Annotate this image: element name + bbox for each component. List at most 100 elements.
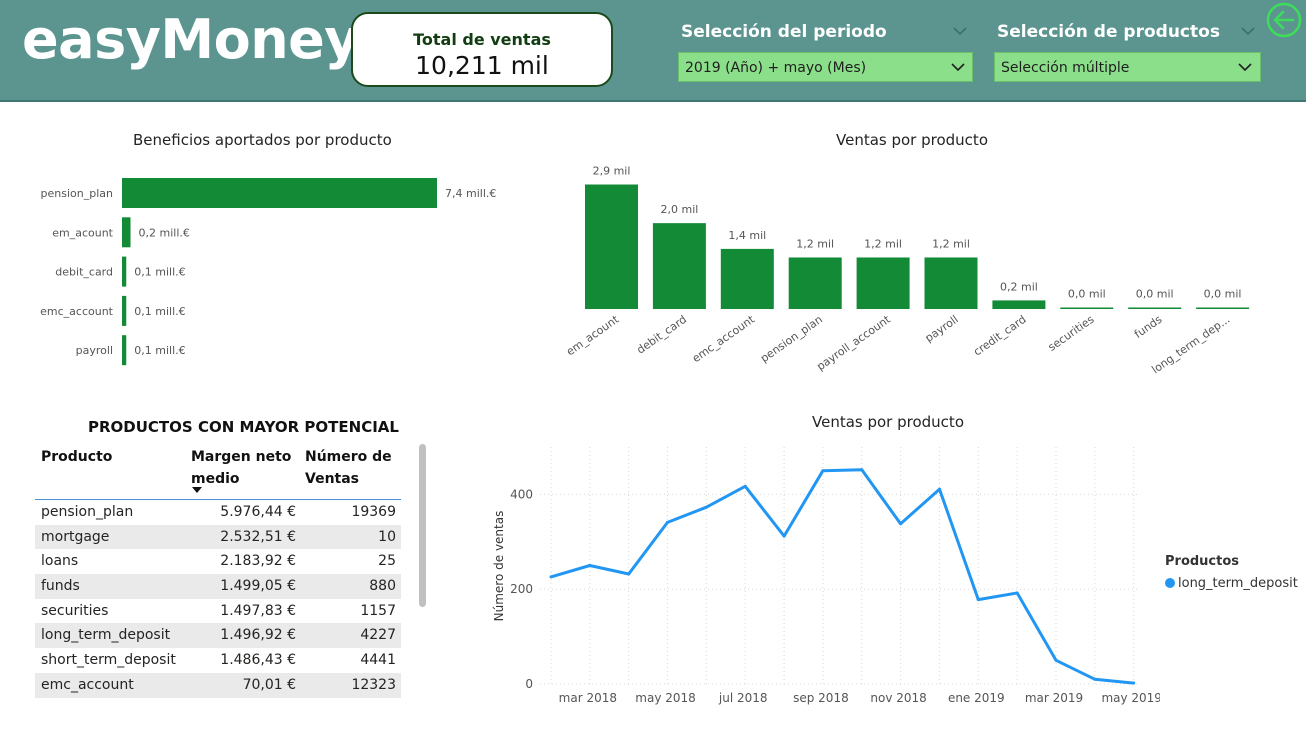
bar-em_acount <box>122 217 131 248</box>
bar-debit_card <box>122 256 127 287</box>
bar-payroll <box>924 257 978 309</box>
chevron-down-icon[interactable] <box>1241 24 1255 38</box>
category-label: payroll <box>76 344 113 357</box>
table-row[interactable]: loans 2.183,92 € 25 <box>35 549 401 574</box>
back-arrow-icon[interactable] <box>1266 2 1302 38</box>
bar-long_term_dep... <box>1196 307 1250 309</box>
bar-debit_card <box>652 223 706 309</box>
sort-descending-icon <box>192 487 202 493</box>
data-point <box>666 520 670 524</box>
chart-sales-over-time: 0 200 400 mar 2018 may 2018 jul 2018 sep 2018 n… <box>492 447 1160 705</box>
cell-margen: 2.532,51 € <box>220 528 296 545</box>
data-point <box>1015 591 1019 595</box>
header-bar: easyMoney Total de ventas 10,211 mil Sel… <box>0 0 1306 102</box>
data-label: 0,1 mill.€ <box>134 266 185 279</box>
category-label: credit_card <box>971 313 1028 359</box>
x-tick-label: mar 2018 <box>559 691 617 705</box>
table-row[interactable]: long_term_deposit 1.496,92 € 4227 <box>35 623 401 649</box>
category-label: debit_card <box>55 266 113 279</box>
category-label: securities <box>1046 313 1097 354</box>
period-slicer: Selección del periodo 2019 (Año) + mayo … <box>678 22 973 82</box>
category-label: em_acount <box>52 226 113 239</box>
x-tick-label: mar 2019 <box>1025 691 1083 705</box>
cell-producto: mortgage <box>41 528 110 545</box>
chart-sales-title: Ventas por producto <box>836 131 988 149</box>
table-title: PRODUCTOS CON MAYOR POTENCIAL <box>88 418 399 436</box>
data-label: 7,4 mill.€ <box>445 187 496 200</box>
chevron-down-icon[interactable] <box>953 24 967 38</box>
period-dropdown[interactable]: 2019 (Año) + mayo (Mes) <box>678 52 973 82</box>
cell-producto: long_term_deposit <box>41 627 171 644</box>
category-label: payroll_account <box>814 312 893 373</box>
header-margen-label: Margen neto medio <box>191 449 292 487</box>
header-numero-ventas[interactable]: Número de Ventas <box>305 446 400 490</box>
category-label: emc_account <box>40 305 114 318</box>
potential-products-table: Producto Margen neto medio Número de Ven… <box>35 444 401 698</box>
bar-credit_card <box>992 300 1046 309</box>
data-label: 1,4 mil <box>728 229 766 242</box>
total-sales-card: Total de ventas 10,211 mil <box>351 12 613 87</box>
category-label: emc_account <box>690 312 758 365</box>
header-producto[interactable]: Producto <box>41 446 181 468</box>
table-row[interactable]: short_term_deposit 1.486,43 € 4441 <box>35 648 401 673</box>
y-axis-title: Número de ventas <box>492 511 506 622</box>
bar-emc_account <box>720 248 774 309</box>
product-dropdown-value: Selección múltiple <box>1001 60 1130 76</box>
legend-title: Productos <box>1165 554 1240 569</box>
data-label: 0,2 mill.€ <box>139 226 190 239</box>
data-label: 0,0 mil <box>1204 288 1242 301</box>
cell-producto: short_term_deposit <box>41 652 176 669</box>
table-row[interactable]: emc_account 70,01 € 12323 <box>35 672 401 698</box>
legend-item[interactable]: long_term_deposit <box>1165 576 1298 591</box>
cell-producto: loans <box>41 553 79 570</box>
data-point <box>1132 681 1136 685</box>
category-label: debit_card <box>634 313 689 357</box>
data-point <box>937 487 941 491</box>
category-label: funds <box>1132 313 1165 341</box>
data-label: 1,2 mil <box>864 237 902 250</box>
header-margen[interactable]: Margen neto medio <box>191 446 301 490</box>
chart-sales-by-product: 2,9 mil em_acount 2,0 mil debit_card 1,4 mil… <box>564 165 1250 376</box>
legend-item-label: long_term_deposit <box>1178 576 1298 591</box>
chevron-down-icon <box>951 63 965 72</box>
cell-producto: securities <box>41 602 109 619</box>
legend-dot-icon <box>1165 578 1175 588</box>
bar-funds <box>1128 307 1182 309</box>
brand-logo-text: easyMoney <box>22 8 360 71</box>
category-label: em_acount <box>564 312 622 358</box>
data-label: 2,9 mil <box>593 165 631 178</box>
category-label: pension_plan <box>41 187 113 200</box>
cell-ventas: 10 <box>378 528 396 545</box>
data-label: 0,1 mill.€ <box>134 344 185 357</box>
cell-ventas: 12323 <box>351 676 396 693</box>
table-row[interactable]: funds 1.499,05 € 880 <box>35 574 401 599</box>
cell-margen: 70,01 € <box>242 676 296 693</box>
bar-em_acount <box>585 184 638 309</box>
product-dropdown[interactable]: Selección múltiple <box>994 52 1261 82</box>
chart-line-title: Ventas por producto <box>812 413 964 431</box>
product-slicer: Selección de productos Selección múltipl… <box>994 22 1261 82</box>
data-point <box>627 572 631 576</box>
data-point <box>976 598 980 602</box>
cell-ventas: 880 <box>369 578 396 595</box>
cell-margen: 1.499,05 € <box>220 578 296 595</box>
data-point <box>899 522 903 526</box>
data-label: 0,2 mil <box>1000 280 1038 293</box>
bar-emc_account <box>122 295 127 326</box>
x-tick-label: may 2019 <box>1101 691 1160 705</box>
bar-payroll_account <box>856 257 910 309</box>
data-point <box>860 468 864 472</box>
data-point <box>588 564 592 567</box>
cell-ventas: 4441 <box>360 652 396 669</box>
table-scrollbar[interactable] <box>419 444 426 607</box>
data-point <box>549 575 553 579</box>
table-row[interactable]: pension_plan 5.976,44 € 19369 <box>35 500 401 525</box>
cell-margen: 1.486,43 € <box>220 652 296 669</box>
bar-pension_plan <box>122 178 437 208</box>
x-tick-label: sep 2018 <box>793 691 849 705</box>
table-row[interactable]: securities 1.497,83 € 1157 <box>35 599 401 624</box>
cell-ventas: 1157 <box>360 602 396 619</box>
data-label: 1,2 mil <box>796 237 834 250</box>
table-row[interactable]: mortgage 2.532,51 € 10 <box>35 524 401 550</box>
bar-payroll <box>122 335 127 366</box>
